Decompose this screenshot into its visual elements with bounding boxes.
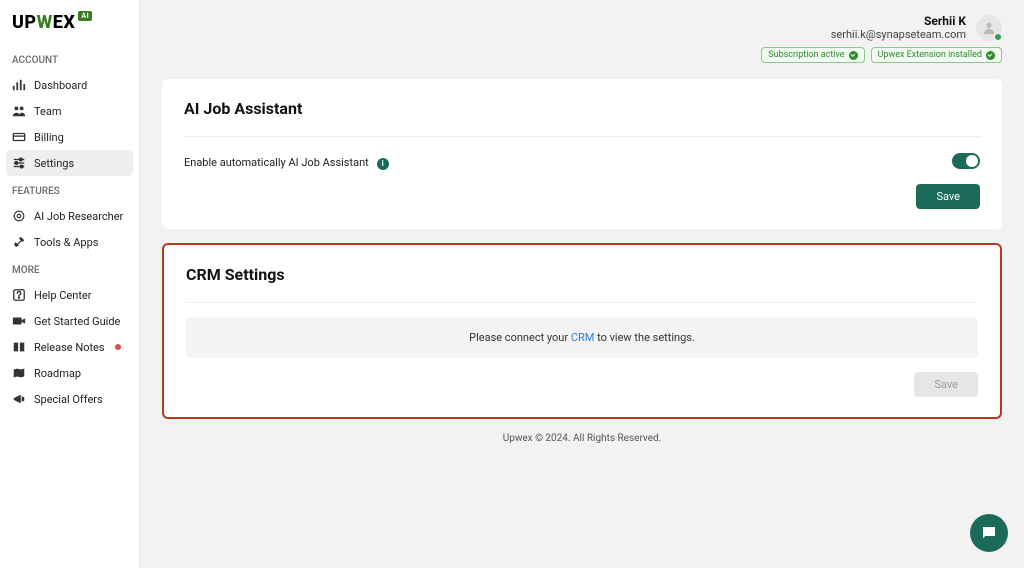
setting-label-wrap: Enable automatically AI Job Assistant i	[184, 151, 389, 170]
sidebar-item-label: Settings	[34, 157, 74, 170]
bar-chart-icon	[12, 78, 26, 92]
map-icon	[12, 366, 26, 380]
section-header-more: MORE	[6, 255, 133, 282]
footer-copyright: Upwex © 2024. All Rights Reserved.	[162, 433, 1002, 444]
divider	[184, 136, 980, 137]
card-title: CRM Settings	[186, 265, 978, 284]
user-row: Serhii K serhii.k@synapseteam.com	[831, 14, 1002, 41]
sidebar-item-label: Get Started Guide	[34, 315, 120, 328]
avatar[interactable]	[976, 15, 1002, 41]
sidebar-item-label: Release Notes	[34, 341, 105, 354]
sidebar-item-label: Special Offers	[34, 393, 103, 406]
credit-card-icon	[12, 130, 26, 144]
video-icon	[12, 314, 26, 328]
save-button-ai[interactable]: Save	[916, 184, 980, 209]
toggle-enable-ai[interactable]	[952, 153, 980, 169]
sidebar-item-label: Roadmap	[34, 367, 81, 380]
header: Serhii K serhii.k@synapseteam.com Subscr…	[140, 0, 1024, 69]
megaphone-icon	[12, 392, 26, 406]
sidebar-item-ai-job-researcher[interactable]: AI Job Researcher	[6, 203, 133, 229]
sidebar-item-label: Tools & Apps	[34, 236, 98, 249]
sidebar-item-roadmap[interactable]: Roadmap	[6, 360, 133, 386]
sidebar-item-release-notes[interactable]: Release Notes	[6, 334, 133, 360]
chat-icon	[980, 524, 998, 542]
target-icon	[12, 209, 26, 223]
sidebar-item-settings[interactable]: Settings	[6, 150, 133, 176]
card-ai-job-assistant: AI Job Assistant Enable automatically AI…	[162, 79, 1002, 229]
toggle-knob	[966, 155, 978, 167]
sidebar-item-label: Billing	[34, 131, 64, 144]
sidebar-item-team[interactable]: Team	[6, 98, 133, 124]
info-icon[interactable]: i	[377, 158, 389, 170]
people-icon	[12, 104, 26, 118]
sidebar-item-label: Team	[34, 105, 62, 118]
main-content: Serhii K serhii.k@synapseteam.com Subscr…	[140, 0, 1024, 568]
status-dot-icon	[994, 33, 1002, 41]
card-title: AI Job Assistant	[184, 99, 980, 118]
sidebar-item-label: Dashboard	[34, 79, 87, 92]
sidebar-item-get-started-guide[interactable]: Get Started Guide	[6, 308, 133, 334]
crm-link[interactable]: CRM	[571, 331, 595, 344]
setting-row-enable-ai: Enable automatically AI Job Assistant i	[184, 151, 980, 170]
section-header-features: FEATURES	[6, 176, 133, 203]
setting-label: Enable automatically AI Job Assistant	[184, 156, 369, 169]
sidebar-item-dashboard[interactable]: Dashboard	[6, 72, 133, 98]
sidebar-item-help-center[interactable]: Help Center	[6, 282, 133, 308]
notice-suffix: to view the settings.	[594, 331, 694, 344]
subscription-badge: Subscription active	[761, 47, 864, 63]
divider	[186, 302, 978, 303]
brand-logo[interactable]: UPWEXAI	[6, 12, 133, 45]
person-icon	[982, 21, 996, 35]
check-icon	[986, 51, 995, 60]
card-crm-settings: CRM Settings Please connect your CRM to …	[162, 243, 1002, 419]
sidebar-item-label: AI Job Researcher	[34, 210, 123, 223]
user-name: Serhii K	[831, 14, 966, 28]
chat-fab[interactable]	[970, 514, 1008, 552]
section-header-account: ACCOUNT	[6, 45, 133, 72]
notice-prefix: Please connect your	[469, 331, 571, 344]
save-button-crm: Save	[914, 372, 978, 397]
sidebar-item-label: Help Center	[34, 289, 92, 302]
crm-connect-notice: Please connect your CRM to view the sett…	[186, 317, 978, 358]
sidebar-item-tools-apps[interactable]: Tools & Apps	[6, 229, 133, 255]
help-icon	[12, 288, 26, 302]
sliders-icon	[12, 156, 26, 170]
user-email: serhii.k@synapseteam.com	[831, 28, 966, 41]
check-icon	[849, 51, 858, 60]
notification-dot-icon	[115, 344, 121, 350]
badge-label: Upwex Extension installed	[878, 50, 982, 60]
sidebar-item-billing[interactable]: Billing	[6, 124, 133, 150]
book-icon	[12, 340, 26, 354]
badges-row: Subscription active Upwex Extension inst…	[761, 47, 1002, 63]
sidebar-item-special-offers[interactable]: Special Offers	[6, 386, 133, 412]
user-info: Serhii K serhii.k@synapseteam.com	[831, 14, 966, 41]
tools-icon	[12, 235, 26, 249]
extension-badge: Upwex Extension installed	[871, 47, 1002, 63]
badge-label: Subscription active	[768, 50, 844, 60]
sidebar: UPWEXAI ACCOUNT Dashboard Team Billing S…	[0, 0, 140, 568]
